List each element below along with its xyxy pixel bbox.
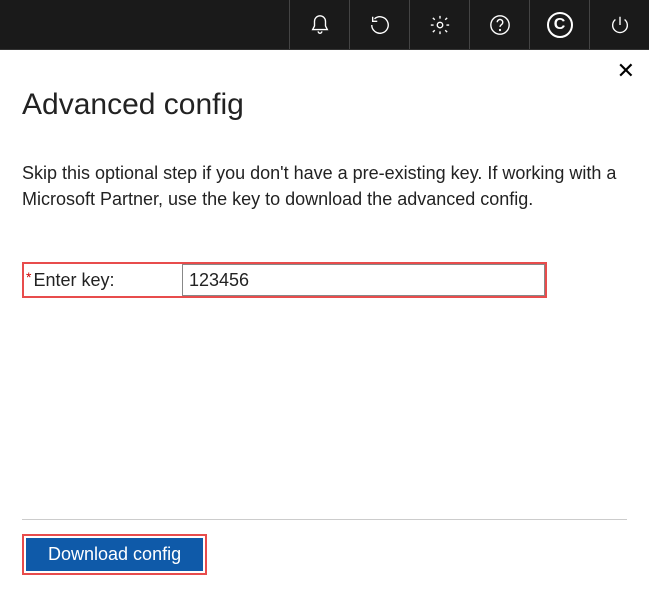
advanced-config-panel: ✕ Advanced config Skip this optional ste… [0,50,649,593]
help-icon [489,14,511,36]
page-title: Advanced config [22,88,627,122]
download-config-button[interactable]: Download config [26,538,203,571]
notifications-button[interactable] [289,0,349,49]
panel-footer: Download config [22,519,627,593]
copyright-icon: C [547,12,573,38]
power-button[interactable] [589,0,649,49]
refresh-icon [369,14,391,36]
topbar: C [0,0,649,50]
gear-icon [429,14,451,36]
enter-key-label: * Enter key: [24,264,182,296]
settings-button[interactable] [409,0,469,49]
required-mark: * [26,269,31,285]
power-icon [609,14,631,36]
refresh-button[interactable] [349,0,409,49]
description-text: Skip this optional step if you don't hav… [22,160,627,212]
enter-key-label-text: Enter key: [33,270,114,291]
enter-key-input[interactable] [182,264,545,296]
bell-icon [309,14,331,36]
close-button[interactable]: ✕ [617,60,635,82]
panel-body: Advanced config Skip this optional step … [22,50,627,519]
close-icon: ✕ [617,58,635,83]
copyright-button[interactable]: C [529,0,589,49]
download-config-highlight: Download config [22,534,207,575]
help-button[interactable] [469,0,529,49]
enter-key-field-row: * Enter key: [22,262,547,298]
